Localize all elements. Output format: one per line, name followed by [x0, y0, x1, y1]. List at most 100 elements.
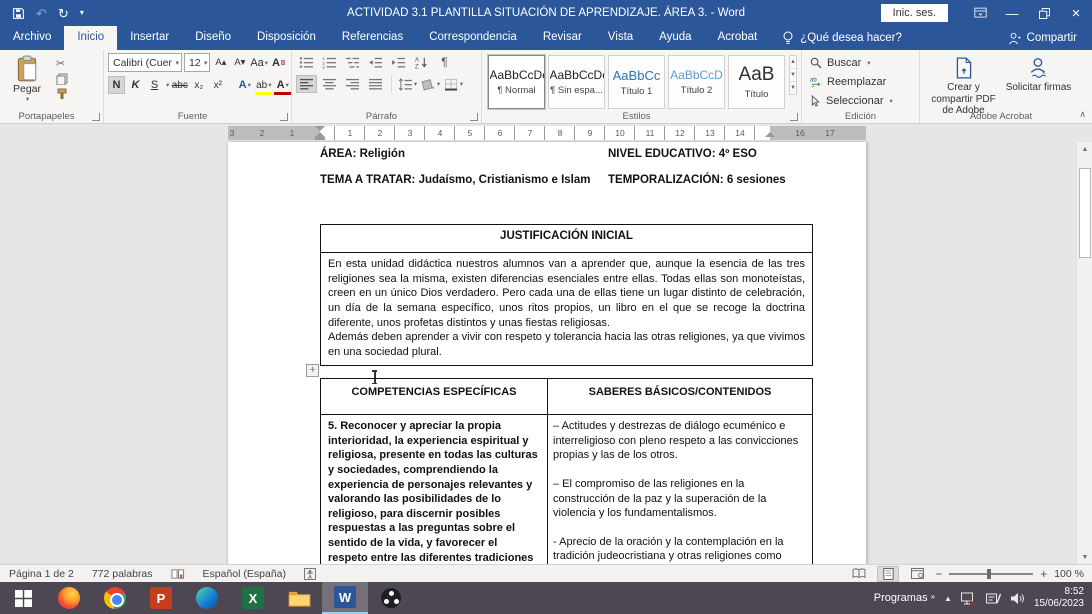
- underline-button[interactable]: S: [146, 76, 163, 94]
- tab-disposici-n[interactable]: Disposición: [244, 26, 329, 50]
- zoom-in-icon[interactable]: +: [1040, 567, 1047, 581]
- font-name-combobox[interactable]: Calibri (Cuer ▾: [108, 53, 182, 72]
- taskbar-powerpoint[interactable]: P: [138, 582, 184, 614]
- taskbar-edge[interactable]: [184, 582, 230, 614]
- taskbar-excel[interactable]: X: [230, 582, 276, 614]
- styles-scroll-up-icon[interactable]: ▲: [790, 56, 796, 69]
- start-button[interactable]: [0, 582, 46, 614]
- create-pdf-button[interactable]: Crear y compartir PDF de Adobe: [928, 54, 999, 117]
- superscript-button[interactable]: x²: [209, 76, 226, 94]
- paragraph-dialog-launcher[interactable]: [470, 113, 478, 121]
- taskbar-obs[interactable]: [368, 582, 414, 614]
- tell-me-box[interactable]: ¿Qué desea hacer?: [770, 26, 914, 50]
- sort-icon[interactable]: AZ: [411, 53, 432, 71]
- style-normal[interactable]: AaBbCcDc ¶ Normal: [487, 54, 546, 110]
- style-título-2[interactable]: AaBbCcD Título 2: [668, 55, 725, 109]
- request-signatures-button[interactable]: x Solicitar firmas: [1003, 54, 1074, 117]
- zoom-out-icon[interactable]: −: [935, 567, 942, 581]
- line-spacing-icon[interactable]: ▾: [397, 75, 418, 93]
- save-icon[interactable]: [12, 7, 25, 20]
- undo-icon[interactable]: ↶: [36, 7, 47, 20]
- font-dialog-launcher[interactable]: [280, 113, 288, 121]
- zoom-level[interactable]: 100 %: [1054, 568, 1084, 580]
- restore-button[interactable]: [1028, 0, 1060, 26]
- italic-button[interactable]: K: [127, 76, 144, 94]
- text-effects-button[interactable]: A ▾: [236, 76, 253, 94]
- strikethrough-button[interactable]: abc: [171, 76, 188, 94]
- align-right-icon[interactable]: [342, 75, 363, 93]
- word-count[interactable]: 772 palabras: [83, 568, 162, 580]
- first-line-indent-marker[interactable]: [315, 126, 325, 131]
- zoom-slider[interactable]: [949, 568, 1034, 579]
- tab-revisar[interactable]: Revisar: [530, 26, 595, 50]
- document-page[interactable]: ÁREA: Religión NIVEL EDUCATIVO: 4º ESO T…: [228, 142, 866, 564]
- paste-button[interactable]: Pegar ▾: [4, 53, 50, 103]
- page-indicator[interactable]: Página 1 de 2: [0, 568, 83, 580]
- tab-insertar[interactable]: Insertar: [117, 26, 182, 50]
- zoom-slider-thumb[interactable]: [987, 568, 992, 579]
- tab-inicio[interactable]: Inicio: [64, 26, 118, 50]
- shading-icon[interactable]: ▾: [420, 75, 441, 93]
- tab-ayuda[interactable]: Ayuda: [646, 26, 704, 50]
- decrease-indent-icon[interactable]: [365, 53, 386, 71]
- format-painter-icon[interactable]: [56, 88, 68, 100]
- taskbar-file-explorer[interactable]: [276, 582, 322, 614]
- align-left-icon[interactable]: [296, 75, 317, 93]
- scroll-up-icon[interactable]: ▲: [1077, 142, 1092, 156]
- style-título-1[interactable]: AaBbCc Título 1: [608, 55, 665, 109]
- accessibility-icon[interactable]: [295, 567, 325, 580]
- paragraph-mark-icon[interactable]: ¶: [434, 53, 455, 71]
- share-button[interactable]: Compartir: [993, 26, 1092, 50]
- scroll-down-icon[interactable]: ▼: [1077, 550, 1092, 564]
- font-color-button[interactable]: A ▾: [274, 76, 292, 95]
- tab-dise-o[interactable]: Diseño: [182, 26, 244, 50]
- sign-in-button[interactable]: Inic. ses.: [880, 4, 948, 22]
- print-layout-icon[interactable]: [877, 565, 900, 582]
- scrollbar-thumb[interactable]: [1079, 168, 1091, 258]
- styles-dialog-launcher[interactable]: [790, 113, 798, 121]
- tab-vista[interactable]: Vista: [595, 26, 646, 50]
- taskbar-word[interactable]: W: [322, 582, 368, 614]
- replace-button[interactable]: ab Reemplazar: [806, 72, 915, 91]
- tab-correspondencia[interactable]: Correspondencia: [416, 26, 530, 50]
- copy-icon[interactable]: [56, 73, 68, 85]
- web-layout-icon[interactable]: [906, 566, 928, 582]
- numbered-list-icon[interactable]: 123: [319, 53, 340, 71]
- ribbon-display-options-icon[interactable]: [964, 0, 996, 26]
- taskbar-clock[interactable]: 8:52 15/06/2023: [1034, 586, 1084, 610]
- right-indent-marker[interactable]: [765, 132, 775, 137]
- style-sin-espa[interactable]: AaBbCcDc ¶ Sin espa...: [548, 55, 605, 109]
- redo-icon[interactable]: ↻: [58, 7, 69, 20]
- tab-acrobat[interactable]: Acrobat: [705, 26, 771, 50]
- read-mode-icon[interactable]: [848, 566, 870, 582]
- volume-icon[interactable]: [1010, 592, 1025, 605]
- clipboard-dialog-launcher[interactable]: [92, 113, 100, 121]
- minimize-button[interactable]: —: [996, 0, 1028, 26]
- clear-formatting-button[interactable]: A: [270, 54, 287, 72]
- collapse-ribbon-icon[interactable]: ∧: [1079, 109, 1086, 120]
- taskbar-chrome[interactable]: [92, 582, 138, 614]
- increase-indent-icon[interactable]: [388, 53, 409, 71]
- grow-font-button[interactable]: A▴: [212, 54, 229, 72]
- table-move-handle[interactable]: +: [306, 364, 319, 377]
- underline-dropdown-arrow[interactable]: ▾: [166, 81, 169, 89]
- language-indicator[interactable]: Español (España): [194, 568, 295, 580]
- hidden-icons-chevron[interactable]: ▲: [944, 594, 952, 603]
- tab-archivo[interactable]: Archivo: [0, 26, 64, 50]
- bold-button[interactable]: N: [108, 76, 125, 94]
- change-case-button[interactable]: Aa ▾: [250, 54, 268, 72]
- font-size-combobox[interactable]: 12 ▾: [183, 53, 211, 72]
- styles-more-icon[interactable]: ▼: [790, 82, 796, 94]
- programs-toolbar[interactable]: Programas »: [874, 592, 935, 604]
- taskbar-firefox[interactable]: [46, 582, 92, 614]
- multilevel-list-icon[interactable]: [342, 53, 363, 71]
- select-button[interactable]: Seleccionar ▾: [806, 91, 915, 110]
- subscript-button[interactable]: x₂: [190, 76, 207, 94]
- find-button[interactable]: Buscar ▾: [806, 53, 915, 72]
- paste-dropdown-arrow[interactable]: ▾: [26, 95, 29, 103]
- network-status-icon[interactable]: x: [960, 592, 977, 605]
- left-indent-marker[interactable]: [315, 137, 325, 140]
- qat-customize-icon[interactable]: ▾: [80, 9, 84, 17]
- align-center-icon[interactable]: [319, 75, 340, 93]
- cut-icon[interactable]: ✂: [56, 57, 68, 70]
